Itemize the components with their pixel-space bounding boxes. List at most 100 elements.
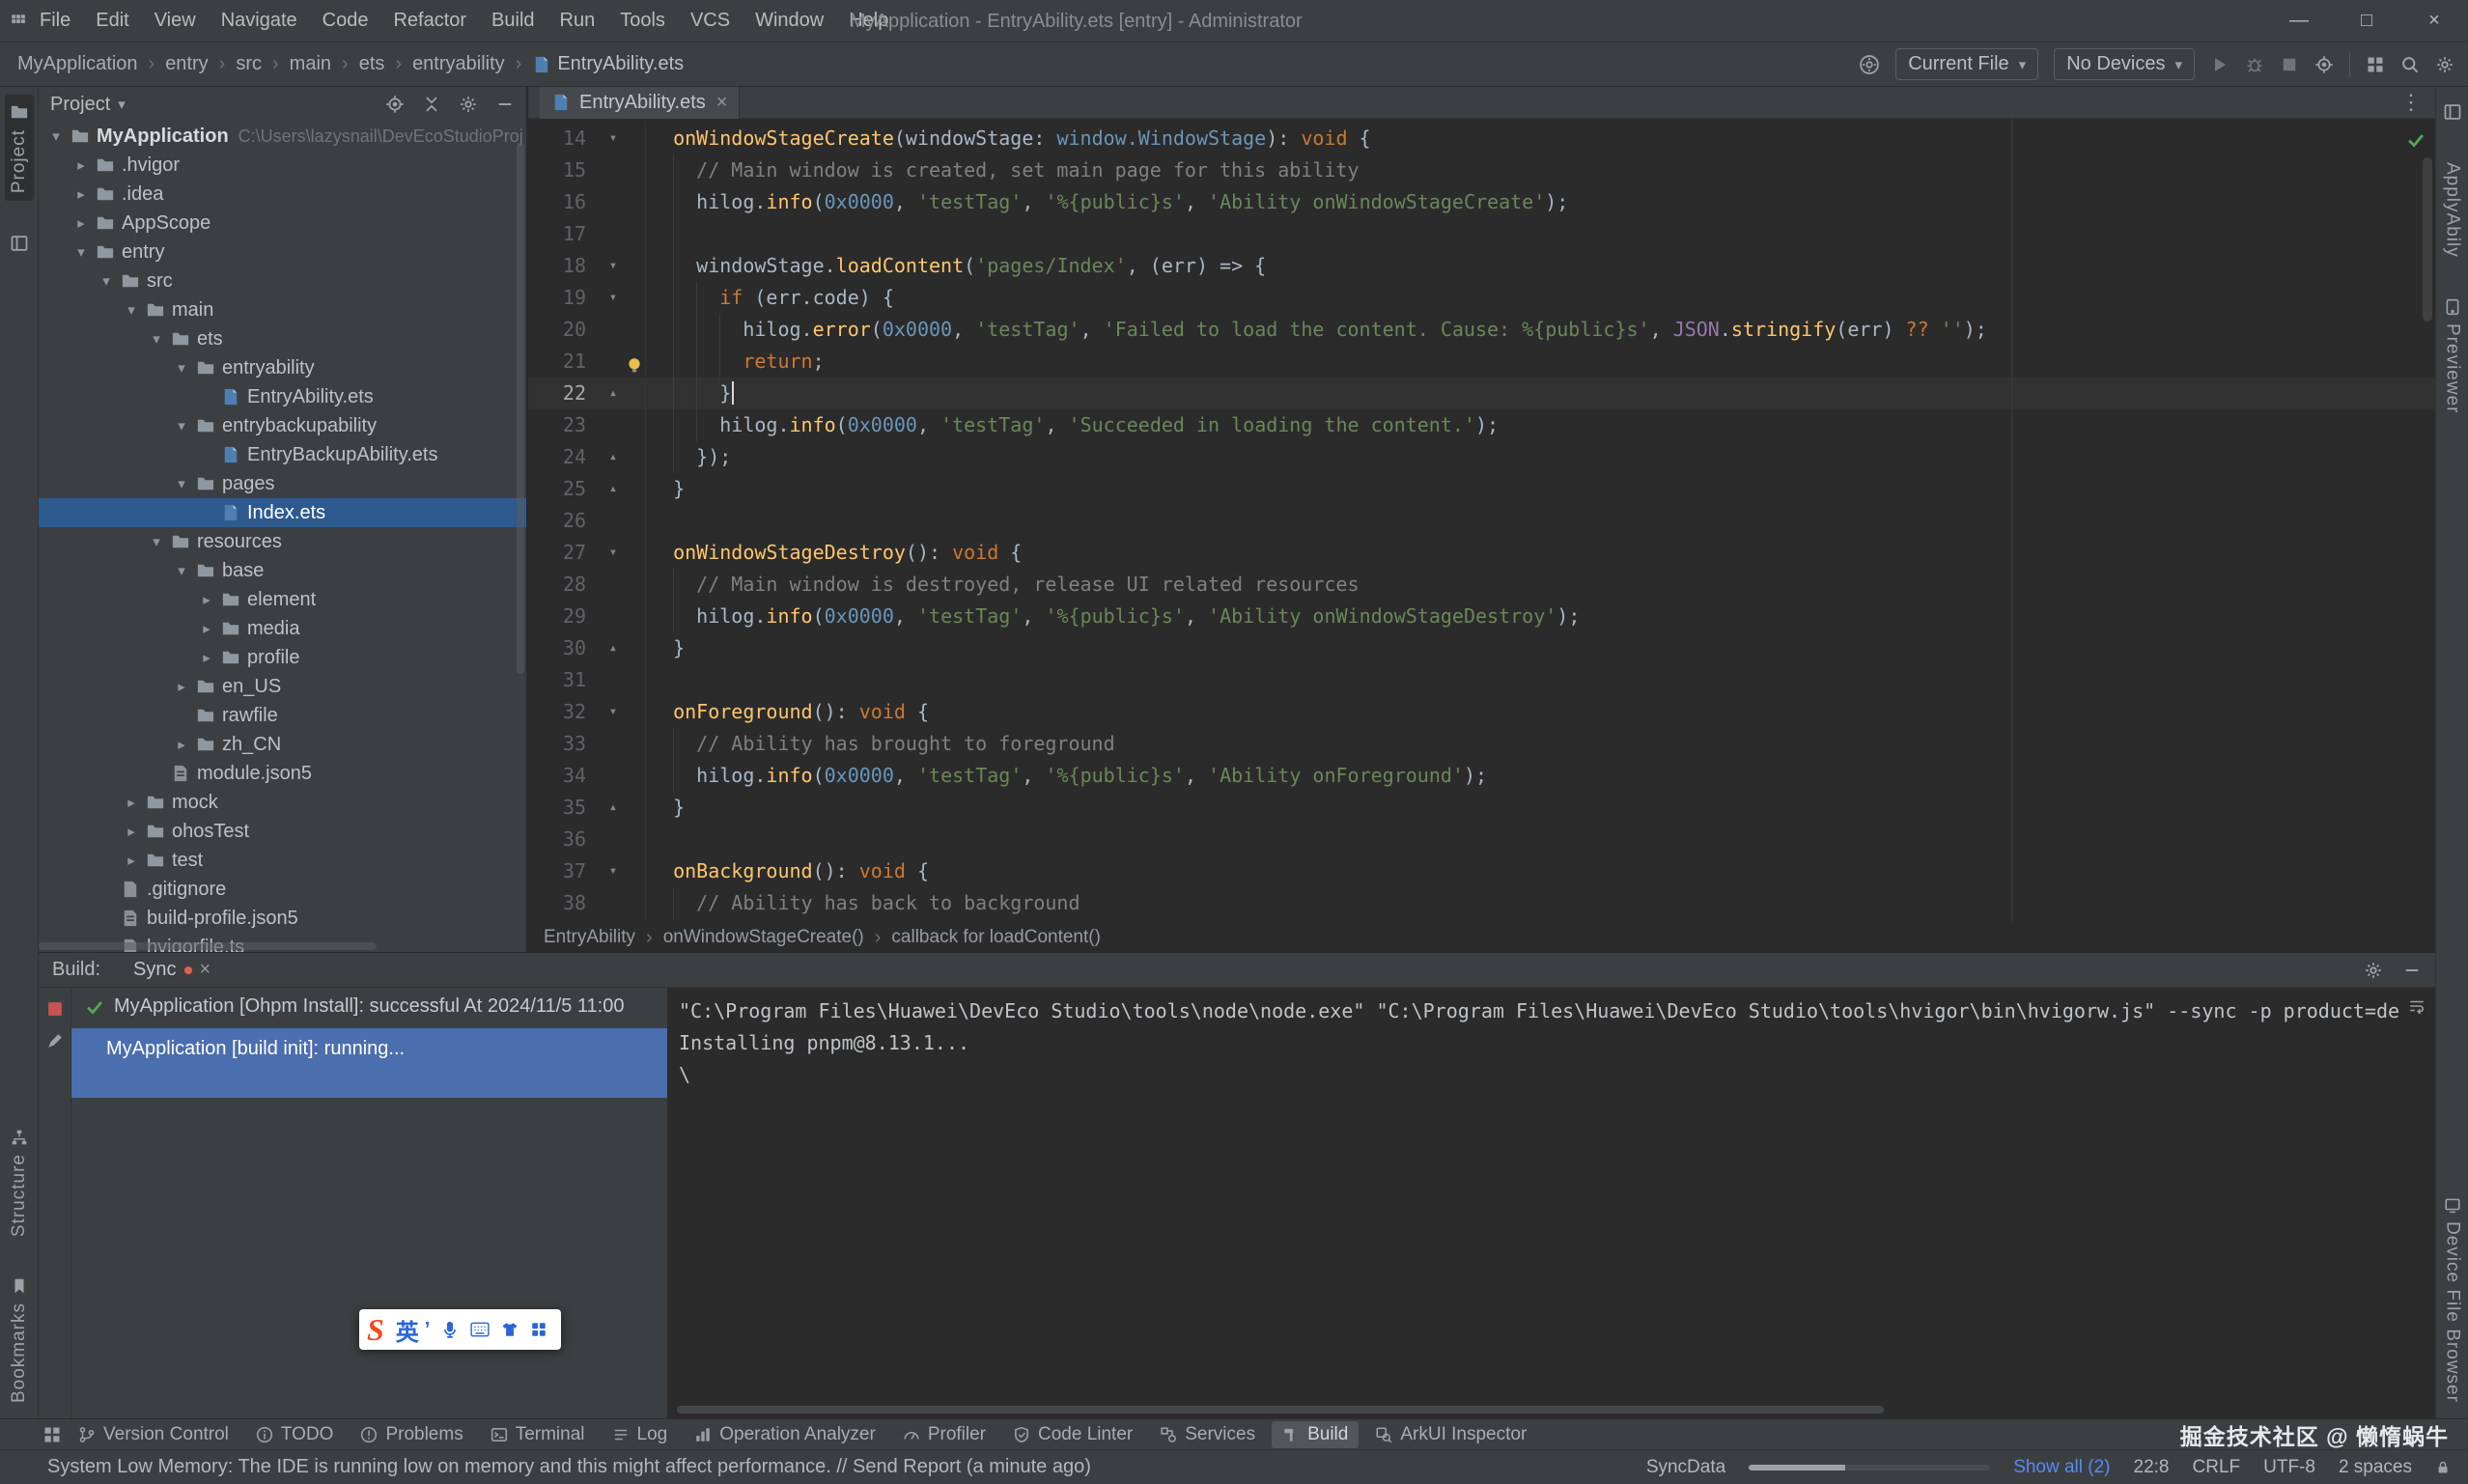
code-line-24[interactable]: 24▴ }); bbox=[528, 441, 2435, 473]
code-line-35[interactable]: 35▴ } bbox=[528, 792, 2435, 824]
code-line-14[interactable]: 14▾ onWindowStageCreate(windowStage: win… bbox=[528, 123, 2435, 154]
tree-item-module-json5[interactable]: module.json5 bbox=[39, 759, 526, 788]
code-line-18[interactable]: 18▾ windowStage.loadContent('pages/Index… bbox=[528, 250, 2435, 282]
mic-icon[interactable] bbox=[441, 1321, 459, 1338]
tree-item-ohostest[interactable]: ▸ohosTest bbox=[39, 817, 526, 846]
code-line-15[interactable]: 15 // Main window is created, set main p… bbox=[528, 154, 2435, 186]
attach-profiler-icon[interactable] bbox=[2314, 55, 2334, 74]
device-select[interactable]: No Devices ▾ bbox=[2054, 48, 2195, 80]
code-line-23[interactable]: 23 hilog.info(0x0000, 'testTag', 'Succee… bbox=[528, 409, 2435, 441]
menu-window[interactable]: Window bbox=[743, 10, 836, 32]
chevron-right-icon[interactable]: ▸ bbox=[120, 823, 143, 840]
code-line-20[interactable]: 20 hilog.error(0x0000, 'testTag', 'Faile… bbox=[528, 314, 2435, 346]
chevron-down-icon[interactable]: ▾ bbox=[95, 272, 118, 290]
menu-build[interactable]: Build bbox=[479, 10, 547, 32]
chevron-right-icon[interactable]: ▸ bbox=[195, 591, 218, 608]
project-vertical-scrollbar[interactable] bbox=[517, 143, 524, 674]
chevron-right-icon[interactable]: ▸ bbox=[70, 185, 93, 203]
tool-button-bookmarks[interactable]: Bookmarks bbox=[5, 1270, 34, 1411]
tool-button-previewer[interactable]: Previewer bbox=[2438, 291, 2467, 421]
chevron-right-icon[interactable]: ▸ bbox=[195, 620, 218, 637]
code-line-19[interactable]: 19▾ if (err.code) { bbox=[528, 282, 2435, 314]
code-line-37[interactable]: 37▾ onBackground(): void { bbox=[528, 855, 2435, 887]
tree-item-test[interactable]: ▸test bbox=[39, 846, 526, 875]
toolwindow-problems[interactable]: Problems bbox=[350, 1421, 473, 1448]
locate-file-icon[interactable] bbox=[385, 95, 405, 114]
tree-item-entrybackupability-ets[interactable]: EntryBackupAbility.ets bbox=[39, 440, 526, 469]
close-button[interactable]: × bbox=[2400, 0, 2468, 42]
code-line-28[interactable]: 28 // Main window is destroyed, release … bbox=[528, 569, 2435, 601]
crumb-main[interactable]: main bbox=[290, 53, 331, 75]
fold-toggle-icon[interactable]: ▾ bbox=[596, 855, 631, 887]
chevron-right-icon[interactable]: ▸ bbox=[170, 736, 193, 753]
console-horizontal-scrollbar[interactable] bbox=[677, 1406, 1884, 1414]
minimize-button[interactable]: — bbox=[2265, 0, 2333, 42]
tree-item-profile[interactable]: ▸profile bbox=[39, 643, 526, 672]
menu-run[interactable]: Run bbox=[547, 10, 608, 32]
tree-item-index-ets[interactable]: Index.ets bbox=[39, 498, 526, 527]
toolwindow-log[interactable]: Log bbox=[602, 1421, 679, 1448]
build-settings-icon[interactable] bbox=[2364, 961, 2383, 980]
menu-view[interactable]: View bbox=[142, 10, 209, 32]
maximize-button[interactable]: □ bbox=[2333, 0, 2400, 42]
toolwindow-arkui-inspector[interactable]: ArkUI Inspector bbox=[1364, 1421, 1537, 1448]
chevron-down-icon[interactable]: ▾ bbox=[170, 562, 193, 579]
tree-item-media[interactable]: ▸media bbox=[39, 614, 526, 643]
menu-navigate[interactable]: Navigate bbox=[209, 10, 310, 32]
chevron-down-icon[interactable]: ▾ bbox=[118, 96, 126, 113]
build-tab-sync[interactable]: Sync × bbox=[133, 959, 210, 981]
code-line-31[interactable]: 31 bbox=[528, 664, 2435, 696]
tree-item-hvigor[interactable]: ▸.hvigor bbox=[39, 151, 526, 180]
device-manager-icon[interactable] bbox=[2366, 55, 2385, 74]
caret-position[interactable]: 22:8 bbox=[2134, 1457, 2170, 1478]
crumb-file[interactable]: EntryAbility.ets bbox=[557, 53, 684, 75]
toolwindow-switcher-icon[interactable] bbox=[42, 1425, 62, 1444]
fold-toggle-icon[interactable]: ▾ bbox=[596, 537, 631, 569]
run-target-select[interactable]: Current File ▾ bbox=[1895, 48, 2038, 80]
tool-button-notifications[interactable] bbox=[2439, 95, 2466, 129]
chevron-down-icon[interactable]: ▾ bbox=[120, 301, 143, 319]
fold-toggle-icon[interactable]: ▾ bbox=[596, 282, 631, 314]
toolwindow-version-control[interactable]: Version Control bbox=[68, 1421, 239, 1448]
fold-toggle-icon[interactable]: ▾ bbox=[596, 696, 631, 728]
app-logo-icon[interactable] bbox=[10, 13, 27, 30]
tree-item-element[interactable]: ▸element bbox=[39, 585, 526, 614]
chevron-right-icon[interactable]: ▸ bbox=[70, 214, 93, 232]
tree-item-entry[interactable]: ▾entry bbox=[39, 238, 526, 266]
tree-item-appscope[interactable]: ▸AppScope bbox=[39, 209, 526, 238]
skin-icon[interactable] bbox=[501, 1321, 519, 1338]
toolwindow-services[interactable]: Services bbox=[1149, 1421, 1266, 1448]
toolwindow-todo[interactable]: TODO bbox=[245, 1421, 345, 1448]
chevron-down-icon[interactable]: ▾ bbox=[170, 475, 193, 492]
tree-item-mock[interactable]: ▸mock bbox=[39, 788, 526, 817]
tree-item-entryability-ets[interactable]: EntryAbility.ets bbox=[39, 382, 526, 411]
code-line-16[interactable]: 16 hilog.info(0x0000, 'testTag', '%{publ… bbox=[528, 186, 2435, 218]
build-mode-icon[interactable] bbox=[1859, 54, 1880, 75]
tree-item-main[interactable]: ▾main bbox=[39, 295, 526, 324]
menu-code[interactable]: Code bbox=[310, 10, 381, 32]
menu-edit[interactable]: Edit bbox=[83, 10, 141, 32]
ime-language-toggle[interactable]: 英 bbox=[396, 1313, 419, 1347]
editor-crumb-onwindowstagecreate[interactable]: onWindowStageCreate() bbox=[663, 927, 864, 948]
chevron-down-icon[interactable]: ▾ bbox=[170, 359, 193, 377]
keyboard-icon[interactable] bbox=[470, 1320, 490, 1339]
line-separator[interactable]: CRLF bbox=[2193, 1457, 2241, 1478]
code-area[interactable]: 14▾ onWindowStageCreate(windowStage: win… bbox=[528, 119, 2435, 923]
project-panel-title[interactable]: Project bbox=[50, 94, 110, 116]
tree-item-resources[interactable]: ▾resources bbox=[39, 527, 526, 556]
tree-item-zh-cn[interactable]: ▸zh_CN bbox=[39, 730, 526, 759]
build-row-running[interactable]: MyApplication [build init]: running... bbox=[71, 1028, 667, 1098]
show-all-link[interactable]: Show all (2) bbox=[2013, 1457, 2110, 1478]
fold-toggle-icon[interactable]: ▾ bbox=[596, 123, 631, 154]
build-row-success[interactable]: MyApplication [Ohpm Install]: successful… bbox=[71, 988, 667, 1026]
fold-toggle-icon[interactable]: ▴ bbox=[596, 473, 631, 505]
menu-file[interactable]: File bbox=[27, 10, 83, 32]
code-line-32[interactable]: 32▾ onForeground(): void { bbox=[528, 696, 2435, 728]
hide-panel-icon[interactable] bbox=[495, 95, 515, 114]
tab-options-icon[interactable]: ⋮ bbox=[2400, 90, 2422, 115]
code-line-30[interactable]: 30▴ } bbox=[528, 632, 2435, 664]
fold-toggle-icon[interactable]: ▴ bbox=[596, 441, 631, 473]
soft-wrap-icon[interactable] bbox=[2408, 997, 2426, 1015]
menu-refactor[interactable]: Refactor bbox=[380, 10, 479, 32]
code-line-36[interactable]: 36 bbox=[528, 824, 2435, 855]
